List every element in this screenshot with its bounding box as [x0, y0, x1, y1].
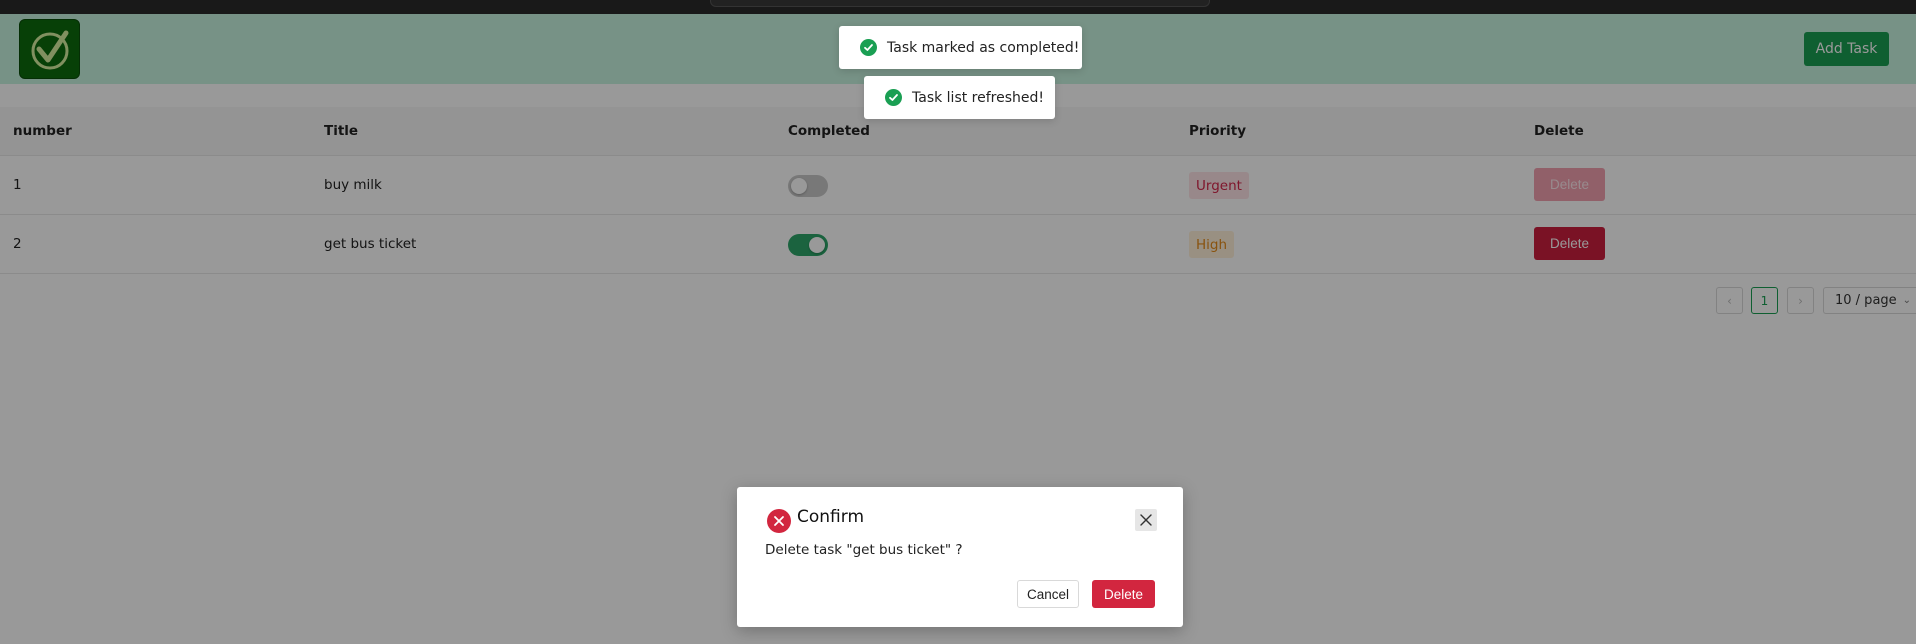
cancel-button[interactable]: Cancel: [1017, 580, 1079, 608]
toast-notification: Task marked as completed!: [839, 26, 1082, 69]
dialog-title: Confirm: [797, 507, 865, 527]
toast-message: Task list refreshed!: [912, 89, 1045, 106]
toast-message: Task marked as completed!: [887, 39, 1080, 56]
task-app-page: Add Task number Title Completed Priority…: [0, 0, 1916, 644]
check-circle-icon: [885, 89, 902, 106]
close-icon[interactable]: [1135, 509, 1157, 531]
error-circle-icon: [767, 509, 791, 533]
toast-notification: Task list refreshed!: [864, 76, 1055, 119]
check-circle-icon: [860, 39, 877, 56]
confirm-delete-button[interactable]: Delete: [1092, 580, 1155, 608]
dialog-message: Delete task "get bus ticket" ?: [765, 542, 963, 558]
confirm-dialog: Confirm Delete task "get bus ticket" ? C…: [737, 487, 1183, 627]
